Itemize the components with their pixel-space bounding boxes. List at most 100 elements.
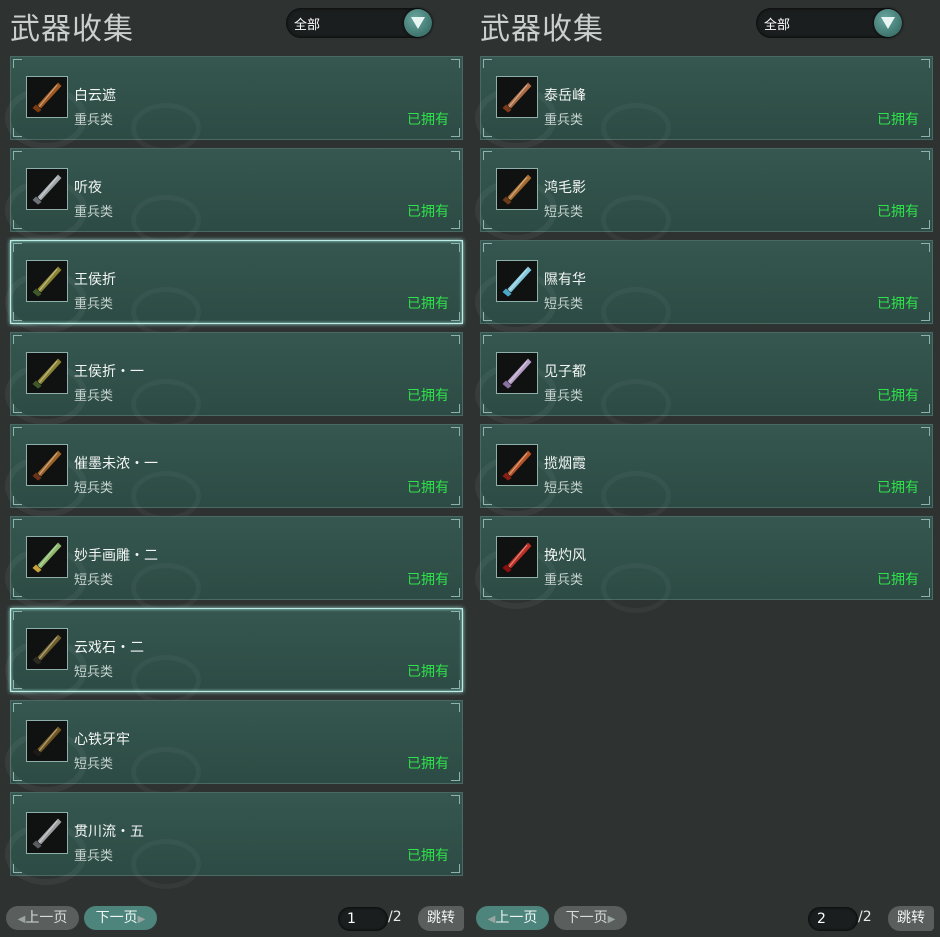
- weapon-category: 重兵类: [74, 297, 114, 312]
- weapon-card[interactable]: 听夜 重兵类 已拥有: [5, 148, 463, 245]
- card-corner-ornament: [483, 151, 492, 160]
- weapon-card[interactable]: 心铁牙牢短兵类 已拥有: [5, 700, 463, 797]
- next-page-button[interactable]: 下一页▶: [554, 906, 627, 930]
- filter-selected-label: 全部: [294, 18, 321, 33]
- card-cloud-pattern: [601, 287, 671, 337]
- card-corner-ornament: [921, 519, 930, 528]
- weapon-category: 重兵类: [74, 389, 114, 404]
- weapon-card[interactable]: 王侯折・一 重兵类 已拥有: [5, 332, 463, 429]
- next-page-button[interactable]: 下一页▶: [84, 906, 157, 930]
- weapon-name: 鸿毛影: [544, 180, 586, 196]
- card-corner-ornament: [921, 588, 930, 597]
- card-corner-ornament: [451, 611, 460, 620]
- weapon-card[interactable]: 云戏石・二 短兵类 已拥有: [5, 608, 463, 705]
- prev-page-button[interactable]: ◀上一页: [476, 906, 549, 930]
- weapon-name: 挽灼风: [544, 548, 586, 564]
- weapon-name: 白云遮: [74, 88, 116, 104]
- page-total: /2: [858, 909, 872, 925]
- card-corner-ornament: [13, 427, 22, 436]
- weapon-card[interactable]: 催墨未浓・一 短兵类 已拥有: [5, 424, 463, 521]
- right-collection-panel: 武器收集 全部 泰岳峰 重兵类 已拥有 鸿毛影 短兵类 已拥有 隰有华 短兵类 已拥有 见子都 重兵…: [470, 0, 940, 937]
- weapon-category: 短兵类: [544, 297, 584, 312]
- jade-dagger-icon: [26, 536, 68, 578]
- card-corner-ornament: [13, 59, 22, 68]
- category-filter-dropdown[interactable]: 全部: [756, 8, 902, 38]
- silver-crescent-blade-icon: [26, 812, 68, 854]
- card-corner-ornament: [13, 703, 22, 712]
- weapon-card[interactable]: 王侯折 重兵类 已拥有: [5, 240, 463, 337]
- weapon-name: 王侯折: [74, 272, 116, 288]
- owned-status: 已拥有: [407, 480, 449, 496]
- chevron-down-icon[interactable]: [404, 9, 432, 37]
- card-corner-ornament: [451, 128, 460, 137]
- card-corner-ornament: [921, 220, 930, 229]
- weapon-card[interactable]: 揽烟霞短兵类 已拥有: [475, 424, 933, 521]
- weapon-category: 短兵类: [544, 481, 584, 496]
- card-cloud-pattern: [131, 195, 201, 245]
- filter-selected-label: 全部: [764, 18, 791, 33]
- owned-status: 已拥有: [877, 572, 919, 588]
- weapon-card[interactable]: 泰岳峰 重兵类 已拥有: [475, 56, 933, 153]
- jump-button[interactable]: 跳转: [418, 906, 464, 931]
- prev-page-button[interactable]: ◀上一页: [6, 906, 79, 930]
- owned-status: 已拥有: [407, 388, 449, 404]
- owned-status: 已拥有: [407, 572, 449, 588]
- owned-status: 已拥有: [407, 756, 449, 772]
- weapon-card[interactable]: 妙手画雕・二 短兵类 已拥有: [5, 516, 463, 613]
- weapon-card[interactable]: 挽灼风 重兵类 已拥有: [475, 516, 933, 613]
- ice-dagger-icon: [496, 260, 538, 302]
- weapon-name: 见子都: [544, 364, 586, 380]
- owned-status: 已拥有: [877, 388, 919, 404]
- card-corner-ornament: [921, 59, 930, 68]
- weapon-card[interactable]: 鸿毛影 短兵类 已拥有: [475, 148, 933, 245]
- gold-green-blade-icon: [26, 260, 68, 302]
- card-corner-ornament: [451, 588, 460, 597]
- category-filter-dropdown[interactable]: 全部: [286, 8, 432, 38]
- weapon-card[interactable]: 白云遮 重兵类 已拥有: [5, 56, 463, 153]
- weapon-card[interactable]: 贯川流・五 重兵类 已拥有: [5, 792, 463, 889]
- card-cloud-pattern: [131, 103, 201, 153]
- card-corner-ornament: [451, 243, 460, 252]
- dark-gold-dagger-icon: [26, 628, 68, 670]
- card-corner-ornament: [483, 427, 492, 436]
- weapon-name: 云戏石・二: [74, 640, 144, 656]
- silver-blade-icon: [26, 168, 68, 210]
- jump-button[interactable]: 跳转: [888, 906, 934, 931]
- card-corner-ornament: [451, 59, 460, 68]
- card-corner-ornament: [13, 243, 22, 252]
- card-corner-ornament: [921, 496, 930, 505]
- weapon-card[interactable]: 隰有华 短兵类 已拥有: [475, 240, 933, 337]
- owned-status: 已拥有: [877, 480, 919, 496]
- card-cloud-pattern: [601, 103, 671, 153]
- page-number-input[interactable]: 1: [338, 907, 388, 931]
- card-cloud-pattern: [131, 287, 201, 337]
- bronze-hammer-icon: [496, 76, 538, 118]
- weapon-category: 短兵类: [74, 573, 114, 588]
- weapon-category: 重兵类: [74, 205, 114, 220]
- owned-status: 已拥有: [877, 204, 919, 220]
- card-corner-ornament: [451, 772, 460, 781]
- card-corner-ornament: [451, 151, 460, 160]
- weapon-card[interactable]: 见子都 重兵类 已拥有: [475, 332, 933, 429]
- card-corner-ornament: [483, 59, 492, 68]
- chevron-down-icon[interactable]: [874, 9, 902, 37]
- ruby-blade-icon: [496, 536, 538, 578]
- weapon-name: 妙手画雕・二: [74, 548, 158, 564]
- weapon-name: 心铁牙牢: [74, 732, 130, 748]
- card-corner-ornament: [921, 427, 930, 436]
- page-number-input[interactable]: 2: [808, 907, 858, 931]
- weapon-category: 重兵类: [74, 849, 114, 864]
- owned-status: 已拥有: [407, 848, 449, 864]
- card-cloud-pattern: [131, 839, 201, 889]
- weapon-category: 重兵类: [544, 113, 584, 128]
- weapon-name: 听夜: [74, 180, 102, 196]
- card-corner-ornament: [13, 519, 22, 528]
- card-cloud-pattern: [601, 471, 671, 521]
- page-total: /2: [388, 909, 402, 925]
- card-corner-ornament: [451, 795, 460, 804]
- weapon-name: 揽烟霞: [544, 456, 586, 472]
- weapon-category: 短兵类: [74, 757, 114, 772]
- card-cloud-pattern: [131, 471, 201, 521]
- card-cloud-pattern: [131, 563, 201, 613]
- card-corner-ornament: [483, 335, 492, 344]
